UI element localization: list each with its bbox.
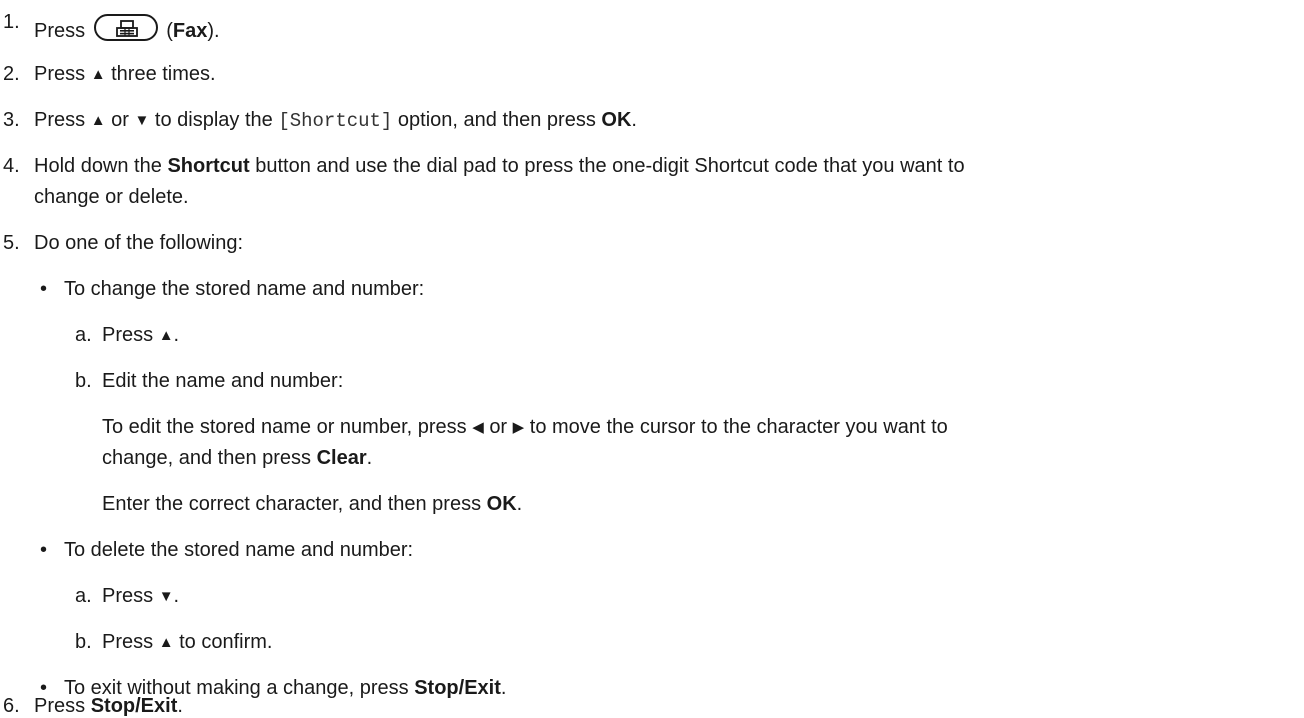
clear-label: Clear — [316, 447, 367, 469]
edit-p1-line2: change, and then press — [102, 447, 312, 469]
edit-p1-a: To edit the stored name or number, press — [102, 416, 467, 438]
edit-p1-or: or — [489, 416, 508, 438]
fax-button-icon — [93, 14, 158, 41]
step-5-number: 5. — [3, 232, 20, 254]
right-arrow-icon: ▶ — [512, 419, 525, 436]
edit-p2-a: Enter the correct character, and then pr… — [102, 493, 482, 515]
step-3: Press ▲ or ▼ to display the [Shortcut] o… — [34, 108, 637, 134]
stop-exit-label: Stop/Exit — [90, 695, 178, 717]
shortcut-label: Shortcut — [167, 155, 250, 177]
substep-a-label: a. — [75, 324, 92, 346]
step-3-or: or — [111, 109, 129, 131]
option-change: To change the stored name and number: — [64, 278, 425, 300]
delete-a-end: . — [173, 585, 180, 607]
step-3-mid: to display the — [154, 109, 273, 131]
change-substep-a: Press ▲. — [102, 323, 179, 349]
step-4-line-2: change or delete. — [34, 186, 189, 208]
delete-b-press: Press — [102, 631, 154, 653]
enter-instructions: Enter the correct character, and then pr… — [102, 492, 522, 516]
delete-substep-a: Press ▼. — [102, 584, 179, 610]
delete-a-press: Press — [102, 585, 154, 607]
step-1-paren-open: ( — [166, 20, 173, 42]
change-a-end: . — [173, 324, 180, 346]
step-5: Do one of the following: — [34, 232, 244, 254]
step-6-press: Press — [34, 695, 86, 717]
left-arrow-icon: ◀ — [472, 419, 484, 436]
change-a-press: Press — [102, 324, 154, 346]
step-3-end: . — [631, 109, 637, 131]
ok-label: OK — [601, 109, 632, 131]
step-2-tail: three times. — [111, 63, 216, 85]
exit-end: . — [500, 677, 507, 699]
ok-label: OK — [486, 493, 517, 515]
step-6-number: 6. — [3, 695, 20, 717]
step-2: Press ▲ three times. — [34, 62, 216, 88]
step-1-press: Press — [34, 20, 86, 42]
up-arrow-icon: ▲ — [158, 634, 174, 651]
step-1-number: 1. — [3, 11, 20, 33]
edit-p2-end: . — [516, 493, 523, 515]
edit-instructions-line-2: change, and then press Clear. — [102, 446, 372, 470]
down-arrow-icon: ▼ — [134, 112, 150, 129]
substep-b-label: b. — [75, 631, 92, 653]
delete-b-tail: to confirm. — [179, 631, 273, 653]
bullet: • — [40, 539, 48, 561]
bullet: • — [40, 278, 48, 300]
shortcut-option-code: [Shortcut] — [278, 110, 393, 132]
down-arrow-icon: ▼ — [158, 588, 174, 605]
substep-a-label: a. — [75, 585, 92, 607]
delete-substep-b: Press ▲ to confirm. — [102, 630, 272, 656]
stop-exit-label: Stop/Exit — [414, 677, 501, 699]
step-3-then: option, and then press — [397, 109, 596, 131]
substep-b-label: b. — [75, 370, 92, 392]
step-3-press: Press — [34, 109, 86, 131]
option-delete: To delete the stored name and number: — [64, 539, 414, 561]
step-4-a: Hold down the — [34, 155, 162, 177]
step-2-press: Press — [34, 63, 86, 85]
step-4: Hold down the Shortcut button and use th… — [34, 154, 965, 178]
step-4-number: 4. — [3, 155, 20, 177]
edit-p1-end: . — [366, 447, 373, 469]
step-2-number: 2. — [3, 63, 20, 85]
change-substep-b: Edit the name and number: — [102, 370, 344, 392]
step-1-paren-close: ). — [207, 20, 220, 42]
up-arrow-icon: ▲ — [90, 112, 106, 129]
edit-p1-b: to move the cursor to the character you … — [529, 416, 948, 438]
step-6-end: . — [177, 695, 183, 717]
step-3-number: 3. — [3, 109, 20, 131]
step-1: Press (Fax). — [34, 10, 220, 43]
step-4-b: button and use the dial pad to press the… — [255, 155, 965, 177]
up-arrow-icon: ▲ — [158, 327, 174, 344]
step-6: Press Stop/Exit. — [34, 694, 183, 718]
edit-instructions: To edit the stored name or number, press… — [102, 415, 948, 441]
up-arrow-icon: ▲ — [90, 66, 106, 83]
fax-label: Fax — [172, 20, 208, 42]
